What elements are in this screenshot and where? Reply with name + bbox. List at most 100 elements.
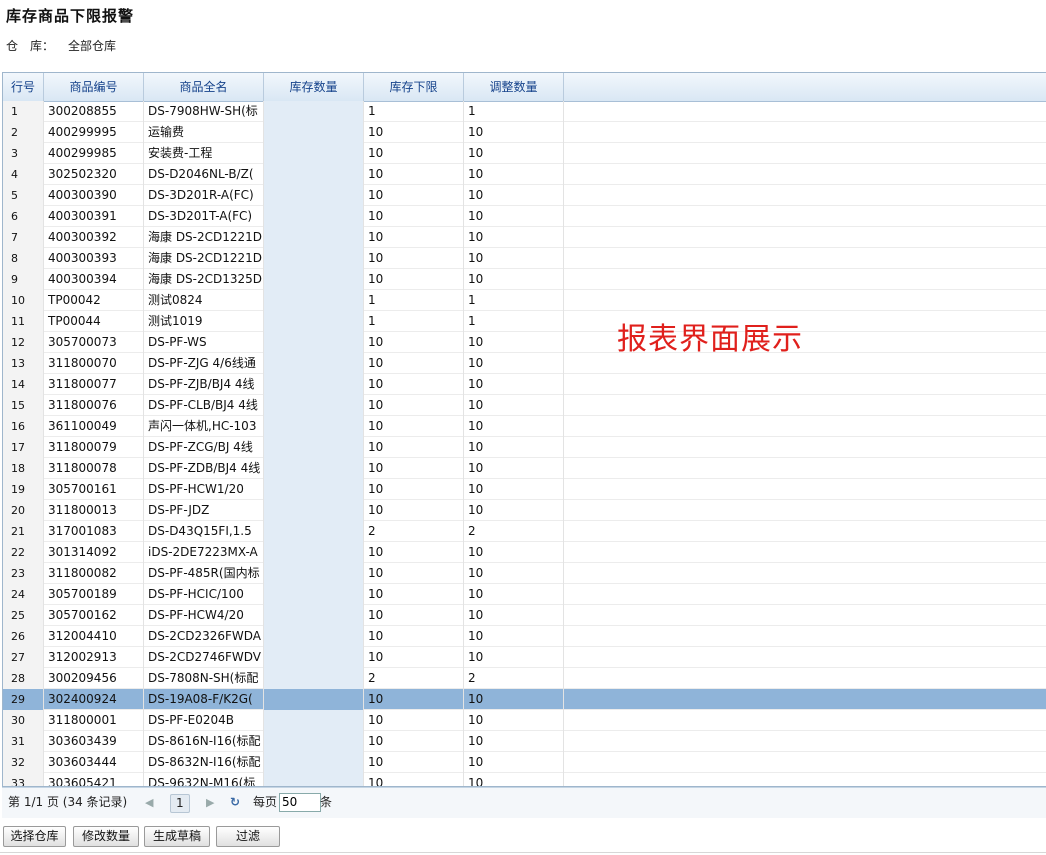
row-number-cell[interactable]: 19 xyxy=(3,479,44,500)
generate-draft-button[interactable]: 生成草稿 xyxy=(144,826,210,847)
column-header-product-code[interactable]: 商品编号 xyxy=(44,73,144,101)
first-page-icon[interactable]: ◀ xyxy=(145,788,153,817)
adjust-qty-cell[interactable]: 1 xyxy=(464,311,564,332)
stock-min-cell[interactable]: 1 xyxy=(364,311,464,332)
per-page-input[interactable] xyxy=(279,793,321,812)
row-number-cell[interactable]: 2 xyxy=(3,122,44,143)
product-code-cell[interactable]: 311800076 xyxy=(44,395,144,416)
product-name-cell[interactable]: DS-2CD2746FWDV xyxy=(144,647,264,668)
product-name-cell[interactable]: DS-PF-ZJB/BJ4 4线 xyxy=(144,374,264,395)
adjust-qty-cell[interactable]: 10 xyxy=(464,353,564,374)
stock-qty-cell[interactable] xyxy=(264,185,364,206)
stock-qty-cell[interactable] xyxy=(264,521,364,542)
product-code-cell[interactable]: 302502320 xyxy=(44,164,144,185)
stock-qty-cell[interactable] xyxy=(264,752,364,773)
table-row[interactable]: 20 311800013 DS-PF-JDZ 10 10 xyxy=(3,500,1046,521)
column-header-stock-qty[interactable]: 库存数量 xyxy=(264,73,364,101)
row-number-cell[interactable]: 23 xyxy=(3,563,44,584)
table-row[interactable]: 14 311800077 DS-PF-ZJB/BJ4 4线 10 10 xyxy=(3,374,1046,395)
table-row[interactable]: 27 312002913 DS-2CD2746FWDV 10 10 xyxy=(3,647,1046,668)
stock-qty-cell[interactable] xyxy=(264,353,364,374)
row-number-cell[interactable]: 16 xyxy=(3,416,44,437)
product-code-cell[interactable]: 302400924 xyxy=(44,689,144,710)
stock-qty-cell[interactable] xyxy=(264,626,364,647)
stock-qty-cell[interactable] xyxy=(264,332,364,353)
warehouse-value[interactable]: 全部仓库 xyxy=(68,39,116,53)
row-number-cell[interactable]: 28 xyxy=(3,668,44,689)
product-name-cell[interactable]: DS-D2046NL-B/Z( xyxy=(144,164,264,185)
row-number-cell[interactable]: 1 xyxy=(3,101,44,122)
row-number-cell[interactable]: 17 xyxy=(3,437,44,458)
product-name-cell[interactable]: 测试0824 xyxy=(144,290,264,311)
adjust-qty-cell[interactable]: 10 xyxy=(464,185,564,206)
product-name-cell[interactable]: 测试1019 xyxy=(144,311,264,332)
row-number-cell[interactable]: 21 xyxy=(3,521,44,542)
table-row[interactable]: 17 311800079 DS-PF-ZCG/BJ 4线 10 10 xyxy=(3,437,1046,458)
adjust-qty-cell[interactable]: 10 xyxy=(464,731,564,752)
stock-min-cell[interactable]: 10 xyxy=(364,752,464,773)
stock-min-cell[interactable]: 10 xyxy=(364,248,464,269)
row-number-cell[interactable]: 15 xyxy=(3,395,44,416)
row-number-cell[interactable]: 24 xyxy=(3,584,44,605)
row-number-cell[interactable]: 20 xyxy=(3,500,44,521)
product-name-cell[interactable]: DS-9632N-M16(标 xyxy=(144,773,264,786)
product-name-cell[interactable]: 安装费-工程 xyxy=(144,143,264,164)
row-number-cell[interactable]: 29 xyxy=(3,689,44,710)
row-number-cell[interactable]: 10 xyxy=(3,290,44,311)
column-header-stock-min[interactable]: 库存下限 xyxy=(364,73,464,101)
adjust-qty-cell[interactable]: 10 xyxy=(464,395,564,416)
stock-qty-cell[interactable] xyxy=(264,248,364,269)
table-row[interactable]: 26 312004410 DS-2CD2326FWDA 10 10 xyxy=(3,626,1046,647)
adjust-qty-cell[interactable]: 10 xyxy=(464,458,564,479)
stock-min-cell[interactable]: 10 xyxy=(364,395,464,416)
table-row[interactable]: 28 300209456 DS-7808N-SH(标配 2 2 xyxy=(3,668,1046,689)
stock-min-cell[interactable]: 10 xyxy=(364,773,464,786)
stock-min-cell[interactable]: 10 xyxy=(364,164,464,185)
product-name-cell[interactable]: 海康 DS-2CD1221D xyxy=(144,227,264,248)
current-page-button[interactable]: 1 xyxy=(170,794,190,813)
product-code-cell[interactable]: 400300391 xyxy=(44,206,144,227)
product-code-cell[interactable]: 311800077 xyxy=(44,374,144,395)
product-name-cell[interactable]: DS-PF-ZJG 4/6线通 xyxy=(144,353,264,374)
table-row[interactable]: 3 400299985 安装费-工程 10 10 xyxy=(3,143,1046,164)
product-name-cell[interactable]: iDS-2DE7223MX-A xyxy=(144,542,264,563)
product-name-cell[interactable]: DS-7908HW-SH(标 xyxy=(144,101,264,122)
row-number-cell[interactable]: 9 xyxy=(3,269,44,290)
adjust-qty-cell[interactable]: 10 xyxy=(464,773,564,786)
stock-min-cell[interactable]: 10 xyxy=(364,500,464,521)
column-header-product-name[interactable]: 商品全名 xyxy=(144,73,264,101)
product-code-cell[interactable]: 311800013 xyxy=(44,500,144,521)
table-row[interactable]: 24 305700189 DS-PF-HCIC/100 10 10 xyxy=(3,584,1046,605)
product-code-cell[interactable]: 305700162 xyxy=(44,605,144,626)
table-row[interactable]: 12 305700073 DS-PF-WS 10 10 xyxy=(3,332,1046,353)
stock-qty-cell[interactable] xyxy=(264,668,364,689)
row-number-cell[interactable]: 27 xyxy=(3,647,44,668)
adjust-qty-cell[interactable]: 10 xyxy=(464,689,564,710)
adjust-qty-cell[interactable]: 10 xyxy=(464,206,564,227)
product-code-cell[interactable]: 305700189 xyxy=(44,584,144,605)
stock-min-cell[interactable]: 10 xyxy=(364,332,464,353)
stock-qty-cell[interactable] xyxy=(264,584,364,605)
stock-min-cell[interactable]: 10 xyxy=(364,374,464,395)
stock-min-cell[interactable]: 10 xyxy=(364,731,464,752)
product-code-cell[interactable]: 305700161 xyxy=(44,479,144,500)
product-code-cell[interactable]: TP00044 xyxy=(44,311,144,332)
product-name-cell[interactable]: 海康 DS-2CD1325D xyxy=(144,269,264,290)
stock-qty-cell[interactable] xyxy=(264,269,364,290)
stock-min-cell[interactable]: 10 xyxy=(364,563,464,584)
product-name-cell[interactable]: DS-7808N-SH(标配 xyxy=(144,668,264,689)
adjust-qty-cell[interactable]: 10 xyxy=(464,605,564,626)
row-number-cell[interactable]: 4 xyxy=(3,164,44,185)
stock-min-cell[interactable]: 10 xyxy=(364,353,464,374)
table-row[interactable]: 23 311800082 DS-PF-485R(国内标 10 10 xyxy=(3,563,1046,584)
stock-qty-cell[interactable] xyxy=(264,563,364,584)
product-code-cell[interactable]: 303605421 xyxy=(44,773,144,786)
stock-qty-cell[interactable] xyxy=(264,416,364,437)
adjust-qty-cell[interactable]: 10 xyxy=(464,269,564,290)
row-number-cell[interactable]: 7 xyxy=(3,227,44,248)
filter-button[interactable]: 过滤 xyxy=(216,826,280,847)
row-number-cell[interactable]: 25 xyxy=(3,605,44,626)
row-number-cell[interactable]: 14 xyxy=(3,374,44,395)
product-code-cell[interactable]: 400300392 xyxy=(44,227,144,248)
table-row[interactable]: 2 400299995 运输费 10 10 xyxy=(3,122,1046,143)
